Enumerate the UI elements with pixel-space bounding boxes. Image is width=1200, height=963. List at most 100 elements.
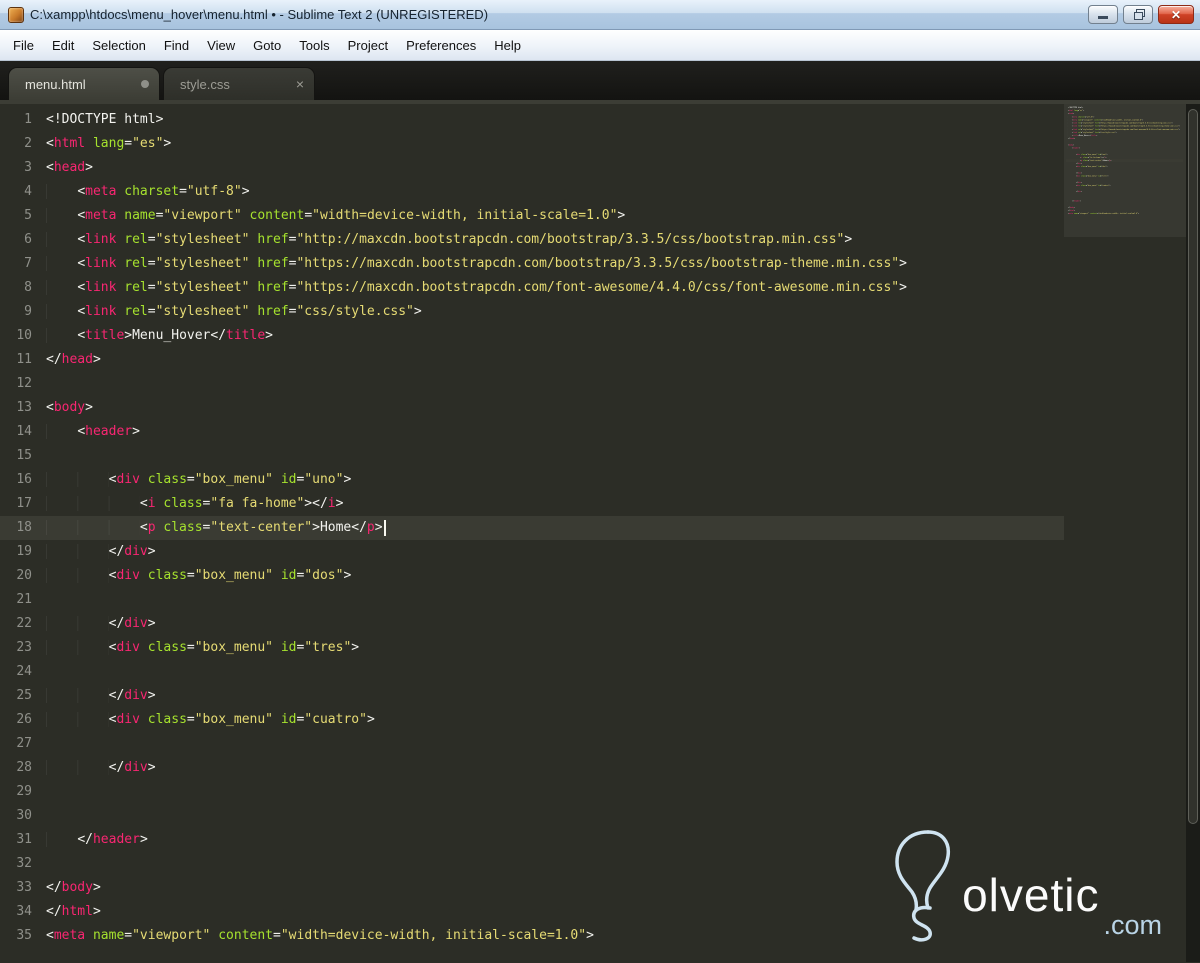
code-line-24[interactable]: 24 [0,660,1064,684]
code-line-19[interactable]: 19 </div> [0,540,1064,564]
line-number: 5 [24,208,32,223]
code-line-9[interactable]: 9 <link rel="stylesheet" href="css/style… [0,300,1064,324]
watermark-suffix: .com [1103,910,1162,940]
line-content: <link rel="stylesheet" href="css/style.c… [32,300,422,324]
line-content: <link rel="stylesheet" href="http://maxc… [32,228,852,252]
line-content: </header> [32,828,148,852]
code-line-30[interactable]: 30 [0,804,1064,828]
code-line-20[interactable]: 20 <div class="box_menu" id="dos"> [0,564,1064,588]
code-line-21[interactable]: 21 [0,588,1064,612]
line-number: 3 [24,160,32,175]
line-content: </div> [32,540,156,564]
code-line-11[interactable]: 11 </head> [0,348,1064,372]
line-number: 35 [16,928,32,943]
window-title: C:\xampp\htdocs\menu_hover\menu.html • -… [30,7,489,22]
line-content: <link rel="stylesheet" href="https://max… [32,252,907,276]
line-content: <p class="text-center">Home</p> [32,516,386,540]
sublime-text-app-icon [8,6,24,23]
line-number: 15 [16,448,32,463]
tab-style-css[interactable]: style.css × [163,67,315,100]
sublime-text-window: C:\xampp\htdocs\menu_hover\menu.html • -… [0,0,1200,963]
line-content: </div> [32,612,156,636]
line-content: <title>Menu_Hover</title> [32,324,273,348]
close-button[interactable]: ✕ [1158,5,1194,24]
code-line-17[interactable]: 17 <i class="fa fa-home"></i> [0,492,1064,516]
menu-item-find[interactable]: Find [155,33,198,58]
vertical-scrollbar[interactable] [1186,104,1200,962]
code-line-29[interactable]: 29 [0,780,1064,804]
tab-label: menu.html [25,76,86,92]
line-number: 14 [16,424,32,439]
code-line-8[interactable]: 8 <link rel="stylesheet" href="https://m… [0,276,1064,300]
line-number: 6 [24,232,32,247]
line-number: 31 [16,832,32,847]
close-icon: ✕ [1170,7,1182,22]
code-line-4[interactable]: 4 <meta charset="utf-8"> [0,180,1064,204]
modified-dot-icon [141,80,149,88]
code-line-10[interactable]: 10 <title>Menu_Hover</title> [0,324,1064,348]
line-number: 21 [16,592,32,607]
scrollbar-thumb[interactable] [1188,109,1198,824]
close-tab-icon[interactable]: × [296,77,304,91]
editor-main: 1 <!DOCTYPE html> 2 <html lang="es"> 3 <head>… [0,104,1200,962]
line-content: </body> [46,880,101,895]
line-content: <meta name="viewport" content="width=dev… [32,204,625,228]
line-content: <link rel="stylesheet" href="https://max… [32,276,907,300]
code-line-22[interactable]: 22 </div> [0,612,1064,636]
line-content: </header> [1066,200,1081,203]
code-line-15[interactable]: 15 [0,444,1064,468]
code-line-3[interactable]: 3 <head> [0,156,1064,180]
line-number: 32 [16,856,32,871]
code-line-26[interactable]: 26 <div class="box_menu" id="cuatro"> [0,708,1064,732]
code-line-1[interactable]: 1 <!DOCTYPE html> [0,108,1064,132]
line-number: 18 [16,520,32,535]
line-number: 1 [24,112,32,127]
line-content [32,780,46,804]
line-content: <div class="box_menu" id="uno"> [32,468,351,492]
code-line-14[interactable]: 14 <header> [0,420,1064,444]
code-line-2[interactable]: 2 <html lang="es"> [0,132,1064,156]
text-cursor [383,519,386,536]
code-line-27[interactable]: 27 [0,732,1064,756]
solvetic-watermark: olvetic .com [890,826,1162,944]
line-content: <html lang="es"> [46,136,172,151]
code-line-13[interactable]: 13 <body> [0,396,1064,420]
menu-item-selection[interactable]: Selection [83,33,154,58]
line-number: 23 [16,640,32,655]
line-number: 9 [24,304,32,319]
line-content: <div class="box_menu" id="cuatro"> [32,708,375,732]
menu-item-view[interactable]: View [198,33,244,58]
restore-icon [1133,8,1145,20]
menu-item-tools[interactable]: Tools [290,33,338,58]
code-line-7[interactable]: 7 <link rel="stylesheet" href="https://m… [0,252,1064,276]
menu-item-file[interactable]: File [4,33,43,58]
code-line-18[interactable]: 18 <p class="text-center">Home</p> [0,516,1064,540]
menu-item-preferences[interactable]: Preferences [397,33,485,58]
code-line-5[interactable]: 5 <meta name="viewport" content="width=d… [0,204,1064,228]
code-line-23[interactable]: 23 <div class="box_menu" id="tres"> [0,636,1064,660]
menu-item-edit[interactable]: Edit [43,33,83,58]
code-line-16[interactable]: 16 <div class="box_menu" id="uno"> [0,468,1064,492]
lightbulb-logo-icon [895,830,951,942]
menu-item-project[interactable]: Project [339,33,397,58]
code-line-6[interactable]: 6 <link rel="stylesheet" href="http://ma… [0,228,1064,252]
window-controls: ✕ [1088,5,1194,24]
line-number: 11 [16,352,32,367]
code-line-28[interactable]: 28 </div> [0,756,1064,780]
code-line-25[interactable]: 25 </div> [0,684,1064,708]
menu-item-help[interactable]: Help [485,33,530,58]
line-content: <meta charset="utf-8"> [32,180,250,204]
line-content: <div class="box_menu" id="tres"> [1066,175,1109,178]
line-content [32,732,46,756]
line-number: 27 [16,736,32,751]
line-number: 26 [16,712,32,727]
restore-button[interactable] [1123,5,1153,24]
line-number: 7 [24,256,32,271]
menu-item-goto[interactable]: Goto [244,33,290,58]
line-number: 34 [16,904,32,919]
code-line-35: <meta name="viewport" content="width=dev… [1066,212,1183,215]
code-line-12[interactable]: 12 [0,372,1064,396]
line-number: 33 [16,880,32,895]
tab-menu-html[interactable]: menu.html [8,67,160,100]
minimize-button[interactable] [1088,5,1118,24]
